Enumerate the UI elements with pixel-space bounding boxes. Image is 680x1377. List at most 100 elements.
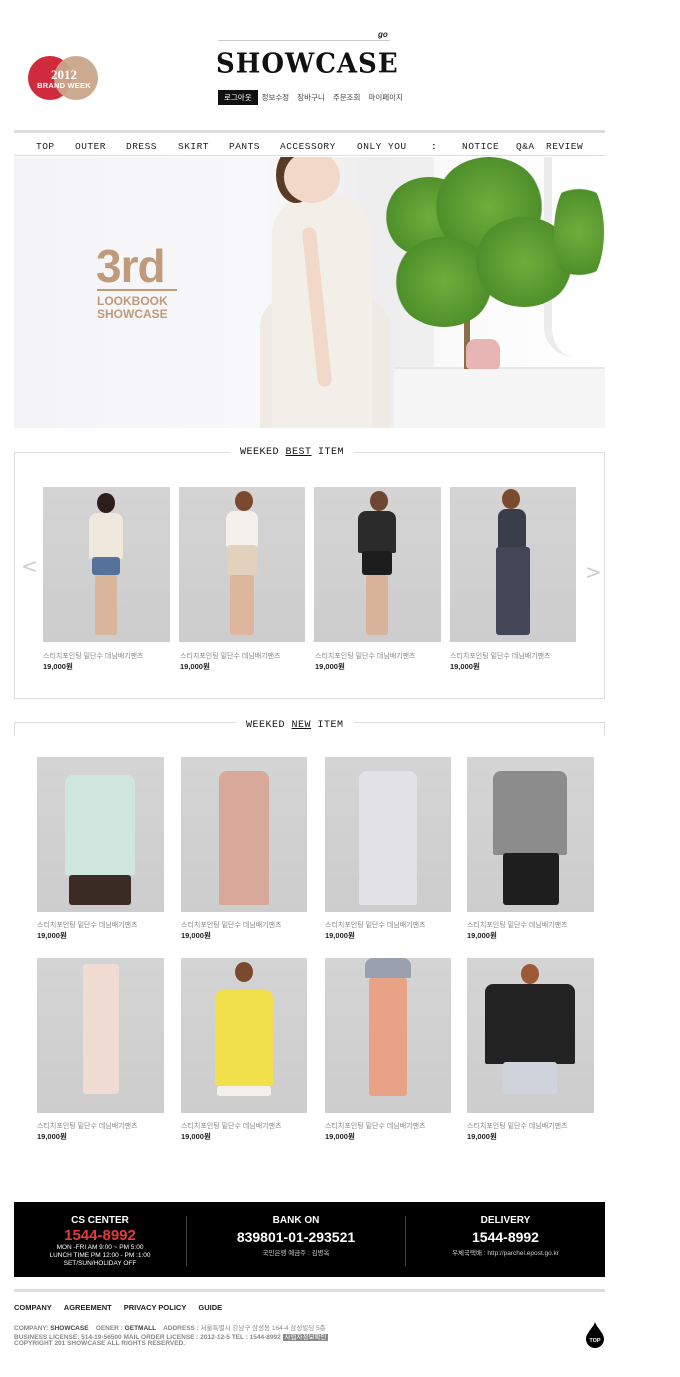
product-price: 19,000원 xyxy=(467,931,497,940)
product-name[interactable]: 스티치포인팅 밑단수 데님배기팬츠 xyxy=(180,651,281,661)
product-name[interactable]: 스티치포인팅 밑단수 데님배기팬츠 xyxy=(43,651,144,661)
model-pants xyxy=(496,547,530,635)
next-arrow-icon[interactable]: > xyxy=(585,560,602,584)
nav-accessory[interactable]: ACCESSORY xyxy=(280,141,336,152)
model-legs xyxy=(230,575,254,635)
best-product-image[interactable] xyxy=(43,487,170,642)
footer-agreement-link[interactable]: AGREEMENT xyxy=(64,1303,112,1312)
edit-info-link[interactable]: 정보수정 xyxy=(258,90,294,105)
nav-top[interactable]: TOP xyxy=(36,141,55,152)
product-price: 19,000원 xyxy=(37,931,67,940)
nav-review[interactable]: REVIEW xyxy=(546,141,583,152)
model-patterned-pants xyxy=(369,978,407,1096)
model-legs xyxy=(95,575,117,635)
product-price: 19,000원 xyxy=(181,931,211,940)
go-link[interactable]: go xyxy=(378,30,388,39)
product-price: 19,000원 xyxy=(180,662,210,671)
cs-center-phone[interactable]: 1544-8992 xyxy=(14,1227,186,1244)
model-shorts xyxy=(362,551,392,575)
hero-leaves xyxy=(554,177,604,287)
model-legs xyxy=(366,575,388,635)
product-name[interactable]: 스티치포인팅 밑단수 데님배기팬츠 xyxy=(450,651,551,661)
new-product-image[interactable] xyxy=(181,958,307,1113)
best-product-image[interactable] xyxy=(179,487,305,642)
model-pants xyxy=(83,964,119,1094)
nav-pants[interactable]: PANTS xyxy=(229,141,260,152)
new-title-post: ITEM xyxy=(311,720,344,731)
cs-center-title: CS CENTER xyxy=(71,1215,129,1226)
hero-pink-phone xyxy=(466,339,500,369)
new-title-pre: WEEKED xyxy=(246,720,292,731)
nav-only-you[interactable]: ONLY YOU xyxy=(357,141,407,152)
product-name[interactable]: 스티치포인팅 밑단수 데님배기팬츠 xyxy=(325,1121,426,1131)
product-name[interactable]: 스티치포인팅 밑단수 데님배기팬츠 xyxy=(467,920,568,930)
cart-link[interactable]: 장바구니 xyxy=(293,90,329,105)
delivery-phone[interactable]: 1544-8992 xyxy=(406,1229,605,1245)
best-title-underlined: BEST xyxy=(285,447,312,458)
user-nav: 로그아웃 정보수정 장바구니 주문조회 마이페이지 xyxy=(218,90,407,105)
product-price: 19,000원 xyxy=(450,662,480,671)
hero-title: 3rd xyxy=(96,240,166,292)
new-section-title: WEEKED NEW ITEM xyxy=(236,720,354,731)
delivery-block: DELIVERY 1544-8992 우체국택배 : http://parche… xyxy=(406,1202,605,1277)
model-shorts xyxy=(69,875,131,905)
cs-hours-weekday: MON -FRI AM 9:00 ~ PM 5:00 xyxy=(56,1244,144,1251)
model-top xyxy=(365,958,411,978)
header-divider xyxy=(218,40,390,41)
delivery-info[interactable]: 우체국택배 : http://parchel.epost.go.kr xyxy=(406,1247,605,1257)
logout-link[interactable]: 로그아웃 xyxy=(218,90,258,105)
nav-dress[interactable]: DRESS xyxy=(126,141,157,152)
best-product-image[interactable] xyxy=(450,487,576,642)
best-title-post: ITEM xyxy=(311,447,345,458)
model-head xyxy=(502,489,520,509)
badge-text: BRAND WEEK xyxy=(37,81,91,90)
new-section-edge xyxy=(14,722,15,736)
product-name[interactable]: 스티치포인팅 밑단수 데님배기팬츠 xyxy=(181,1121,282,1131)
hero-subtitle-line2: SHOWCASE xyxy=(97,307,168,321)
new-title-underlined: NEW xyxy=(291,720,312,731)
nav-outer[interactable]: OUTER xyxy=(75,141,106,152)
product-name[interactable]: 스티치포인팅 밑단수 데님배기팬츠 xyxy=(325,920,426,930)
nav-qna[interactable]: Q&A xyxy=(516,141,535,152)
new-product-image[interactable] xyxy=(37,757,164,912)
brand-week-badge[interactable]: 2012 BRAND WEEK xyxy=(28,56,98,100)
nav-notice[interactable]: NOTICE xyxy=(462,141,499,152)
cs-hours-off: SET/SUN/HOLIDAY OFF xyxy=(63,1260,137,1267)
footer-company-link[interactable]: COMPANY xyxy=(14,1303,52,1312)
cs-info-bar: CS CENTER 1544-8992 MON -FRI AM 9:00 ~ P… xyxy=(14,1202,605,1277)
hero-table xyxy=(394,367,605,428)
new-product-image[interactable] xyxy=(181,757,307,912)
product-name[interactable]: 스티치포인팅 밑단수 데님배기팬츠 xyxy=(37,920,138,930)
new-product-image[interactable] xyxy=(325,958,451,1113)
model-top xyxy=(89,513,123,559)
new-product-image[interactable] xyxy=(467,757,594,912)
footer-guide-link[interactable]: GUIDE xyxy=(198,1303,222,1312)
footer-links: COMPANY AGREEMENT PRIVACY POLICY GUIDE xyxy=(14,1303,222,1312)
site-logo[interactable]: SHOWCASE xyxy=(216,48,398,80)
scroll-top-button[interactable]: TOP xyxy=(586,1322,604,1348)
hero-subtitle: LOOKBOOK SHOWCASE xyxy=(97,295,168,321)
bank-account-number: 839801-01-293521 xyxy=(236,1229,356,1245)
new-section-edge xyxy=(604,722,605,736)
new-product-image[interactable] xyxy=(37,958,164,1113)
new-product-image[interactable] xyxy=(467,958,594,1113)
nav-skirt[interactable]: SKIRT xyxy=(178,141,209,152)
top-drop-icon: TOP xyxy=(586,1322,604,1348)
product-name[interactable]: 스티치포인팅 밑단수 데님배기팬츠 xyxy=(37,1121,138,1131)
license-check-button[interactable]: 사업자정보확인 xyxy=(282,1334,329,1341)
top-label: TOP xyxy=(589,1338,601,1344)
order-lookup-link[interactable]: 주문조회 xyxy=(329,90,365,105)
model-head xyxy=(235,491,253,511)
new-product-image[interactable] xyxy=(325,757,451,912)
footer-privacy-link[interactable]: PRIVACY POLICY xyxy=(124,1303,187,1312)
product-price: 19,000원 xyxy=(181,1132,211,1141)
hero-banner[interactable]: 3rd LOOKBOOK SHOWCASE xyxy=(14,157,605,428)
product-name[interactable]: 스티치포인팅 밑단수 데님배기팬츠 xyxy=(467,1121,568,1131)
prev-arrow-icon[interactable]: < xyxy=(21,554,38,578)
delivery-title: DELIVERY xyxy=(480,1215,531,1226)
mypage-link[interactable]: 마이페이지 xyxy=(364,90,407,105)
product-name[interactable]: 스티치포인팅 밑단수 데님배기팬츠 xyxy=(315,651,416,661)
product-name[interactable]: 스티치포인팅 밑단수 데님배기팬츠 xyxy=(181,920,282,930)
best-product-image[interactable] xyxy=(314,487,441,642)
model-head xyxy=(521,964,539,984)
